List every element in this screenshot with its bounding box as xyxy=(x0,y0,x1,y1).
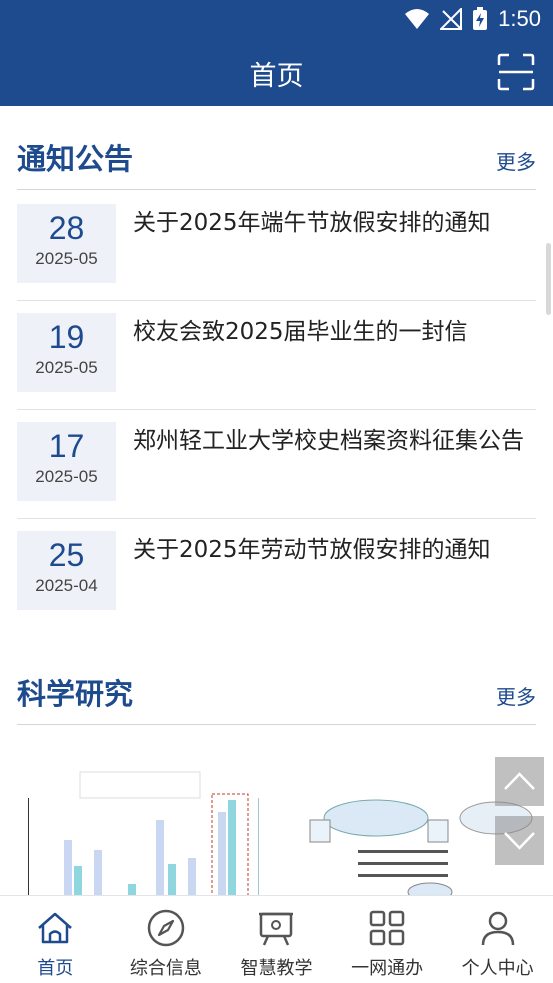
notice-day: 17 xyxy=(48,428,85,464)
chevron-down-icon xyxy=(504,832,535,850)
research-thumbnail-image[interactable] xyxy=(18,760,538,900)
notice-date: 19 2025-05 xyxy=(17,313,116,392)
notice-title: 关于2025年劳动节放假安排的通知 xyxy=(133,537,491,563)
home-icon xyxy=(38,912,73,944)
notice-item[interactable]: 28 2025-05 关于2025年端午节放假安排的通知 xyxy=(17,192,536,301)
app-bar: 首页 xyxy=(0,40,553,106)
notice-date: 17 2025-05 xyxy=(17,422,116,501)
tab-label: 首页 xyxy=(37,958,74,979)
status-bar: 1:50 xyxy=(0,0,553,40)
notice-title: 校友会致2025届毕业生的一封信 xyxy=(133,319,468,345)
no-signal-icon xyxy=(440,8,463,30)
notices-header: 通知公告 更多 xyxy=(17,108,536,190)
chevron-up-icon xyxy=(504,772,535,790)
teaching-board-icon xyxy=(259,912,294,946)
notice-day: 28 xyxy=(48,210,85,246)
grid-apps-icon xyxy=(369,910,405,946)
battery-charging-icon xyxy=(473,7,488,30)
notice-item[interactable]: 17 2025-05 郑州轻工业大学校史档案资料征集公告 xyxy=(17,410,536,519)
research-header: 科学研究 更多 xyxy=(17,643,536,725)
scroll-indicator xyxy=(546,243,551,315)
research-title: 科学研究 xyxy=(17,677,134,711)
notices-title: 通知公告 xyxy=(17,142,134,176)
compass-icon xyxy=(147,909,185,947)
notice-title: 郑州轻工业大学校史档案资料征集公告 xyxy=(133,428,524,454)
scroll-down-button[interactable] xyxy=(495,816,544,865)
notice-day: 19 xyxy=(48,319,85,355)
tab-personal-center[interactable]: 个人中心 xyxy=(442,896,553,983)
bottom-tab-bar: 首页 综合信息 智慧教学 一网通办 个人中心 xyxy=(0,895,553,983)
research-more-link[interactable]: 更多 xyxy=(496,681,536,710)
tab-one-stop-service[interactable]: 一网通办 xyxy=(332,896,443,983)
tab-label: 智慧教学 xyxy=(240,958,313,979)
tab-general-info[interactable]: 综合信息 xyxy=(111,896,222,983)
tab-smart-teaching[interactable]: 智慧教学 xyxy=(221,896,332,983)
notice-title: 关于2025年端午节放假安排的通知 xyxy=(133,210,491,236)
tab-label: 一网通办 xyxy=(351,958,424,979)
notice-date: 28 2025-05 xyxy=(17,204,116,283)
wifi-icon xyxy=(405,9,430,29)
tab-label: 个人中心 xyxy=(461,958,534,979)
person-icon xyxy=(481,911,514,946)
scroll-up-button[interactable] xyxy=(495,757,544,806)
page-title: 首页 xyxy=(249,61,304,92)
notice-item[interactable]: 19 2025-05 校友会致2025届毕业生的一封信 xyxy=(17,301,536,410)
notice-item[interactable]: 25 2025-04 关于2025年劳动节放假安排的通知 xyxy=(17,519,536,628)
status-time: 1:50 xyxy=(498,6,541,31)
notice-date: 25 2025-04 xyxy=(17,531,116,610)
scan-icon[interactable] xyxy=(497,53,535,91)
tab-home[interactable]: 首页 xyxy=(0,896,111,983)
notice-year-month: 2025-05 xyxy=(35,358,98,377)
notice-year-month: 2025-04 xyxy=(35,576,98,595)
notices-more-link[interactable]: 更多 xyxy=(496,146,536,175)
status-icons: 1:50 xyxy=(404,6,541,32)
notice-year-month: 2025-05 xyxy=(35,249,98,268)
notice-year-month: 2025-05 xyxy=(35,467,98,486)
research-figure-graphic xyxy=(28,771,533,900)
tab-label: 综合信息 xyxy=(129,958,202,979)
notice-day: 25 xyxy=(48,537,85,573)
